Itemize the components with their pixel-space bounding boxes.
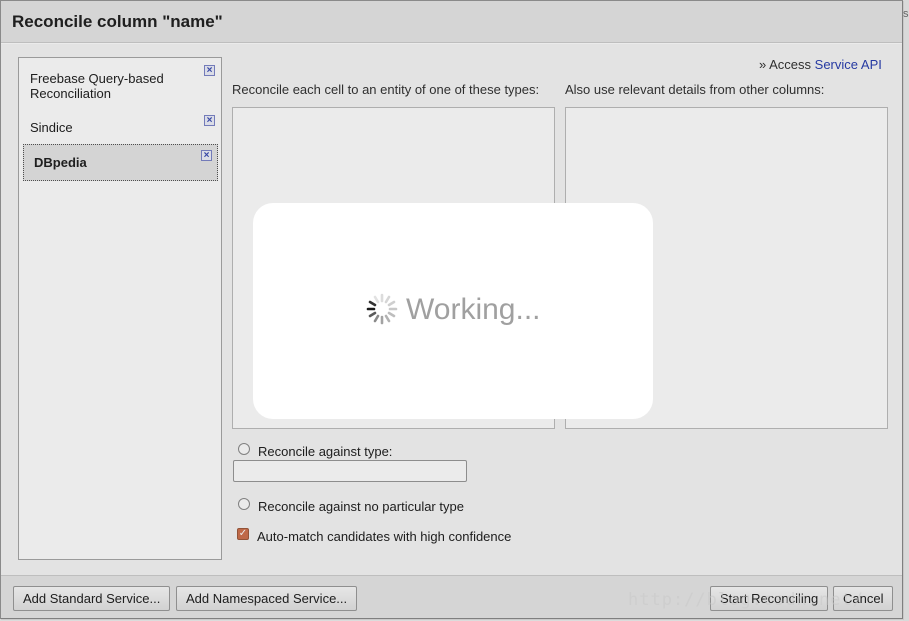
loading-overlay: Working... — [1, 1, 904, 620]
spinner-icon — [366, 293, 398, 325]
working-dialog: Working... — [253, 203, 653, 419]
working-text: Working... — [406, 293, 541, 326]
watermark: http://blog.csdn.net/ — [628, 590, 864, 610]
reconcile-dialog: Reconcile column "name" Freebase Query-b… — [0, 0, 904, 620]
